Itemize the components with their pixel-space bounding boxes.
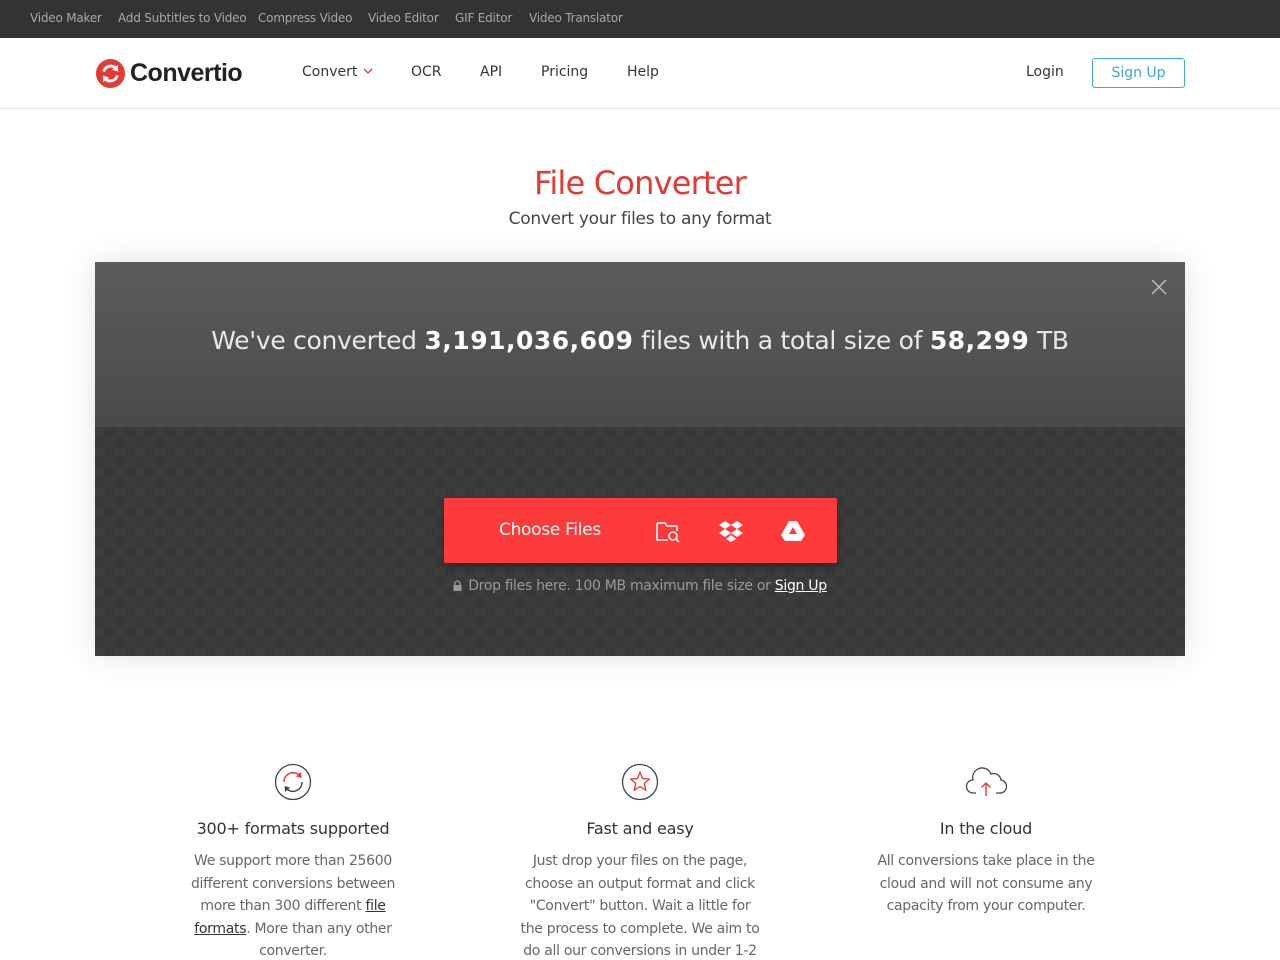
feature-formats-text-after: . More than any other converter.: [246, 920, 392, 960]
stats-area: We've converted 3,191,036,609 files with…: [95, 262, 1185, 427]
nav-help[interactable]: Help: [627, 64, 659, 80]
stats-prefix: We've converted: [211, 326, 417, 355]
choose-files-button[interactable]: Choose Files: [444, 498, 837, 563]
close-icon[interactable]: [1150, 278, 1168, 296]
drop-zone[interactable]: Choose Files Drop files here. 100 MB max…: [95, 427, 1185, 656]
feature-cloud: In the cloud All conversions take place …: [836, 762, 1136, 918]
topbar-link-video-translator[interactable]: Video Translator: [529, 11, 623, 25]
page-subtitle: Convert your files to any format: [508, 209, 772, 229]
converter-panel: We've converted 3,191,036,609 files with…: [95, 262, 1185, 656]
nav-pricing[interactable]: Pricing: [541, 64, 588, 80]
feature-fast-text: Just drop your files on the page, choose…: [520, 853, 760, 959]
page-title: File Converter: [534, 164, 747, 202]
feature-formats-text: We support more than 25600 different con…: [143, 850, 443, 960]
nav-convert[interactable]: Convert: [302, 64, 373, 80]
signup-button[interactable]: Sign Up: [1092, 58, 1185, 88]
feature-formats-title: 300+ formats supported: [196, 819, 390, 838]
refresh-icon: [274, 763, 312, 801]
logo-text: Convertio: [130, 58, 243, 87]
conversion-stats: We've converted 3,191,036,609 files with…: [95, 326, 1185, 355]
nav-convert-label: Convert: [302, 64, 358, 80]
folder-search-icon[interactable]: [655, 518, 681, 544]
topbar-link-video-maker[interactable]: Video Maker: [30, 11, 102, 25]
nav-api[interactable]: API: [480, 64, 502, 80]
feature-cloud-title: In the cloud: [939, 819, 1033, 838]
google-drive-icon[interactable]: [780, 518, 806, 544]
topbar-link-gif-editor[interactable]: GIF Editor: [455, 11, 512, 25]
feature-fast-title: Fast and easy: [586, 819, 694, 838]
dropbox-icon[interactable]: [718, 518, 744, 544]
feature-fast: Fast and easy Just drop your files on th…: [490, 762, 790, 960]
star-icon: [621, 763, 659, 801]
site-header: Convertio Convert OCR API Pricing Help L…: [0, 38, 1280, 109]
nav-ocr[interactable]: OCR: [411, 64, 442, 80]
top-bar: Video Maker Add Subtitles to Video Compr…: [0, 0, 1280, 38]
lock-icon: [453, 580, 462, 591]
topbar-link-add-subtitles[interactable]: Add Subtitles to Video: [118, 11, 247, 25]
drop-note-signup-link[interactable]: Sign Up: [775, 578, 827, 594]
stats-size: 58,299: [929, 326, 1030, 355]
logo[interactable]: Convertio: [95, 57, 243, 89]
stats-files-count: 3,191,036,609: [424, 326, 634, 355]
feature-cloud-text: All conversions take place in the cloud …: [877, 853, 1095, 914]
convertio-logo-icon: [95, 58, 126, 88]
stats-unit: TB: [1036, 326, 1069, 355]
topbar-link-video-editor[interactable]: Video Editor: [368, 11, 439, 25]
choose-files-label: Choose Files: [499, 520, 601, 540]
drop-note-text: Drop files here. 100 MB maximum file siz…: [468, 578, 771, 594]
feature-formats: 300+ formats supported We support more t…: [143, 762, 443, 960]
cloud-upload-icon: [965, 767, 1008, 796]
drop-files-note: Drop files here. 100 MB maximum file siz…: [95, 578, 1185, 594]
stats-middle: files with a total size of: [641, 326, 923, 355]
login-link[interactable]: Login: [1026, 64, 1064, 80]
chevron-down-icon: [363, 68, 373, 74]
topbar-link-compress-video[interactable]: Compress Video: [258, 11, 352, 25]
